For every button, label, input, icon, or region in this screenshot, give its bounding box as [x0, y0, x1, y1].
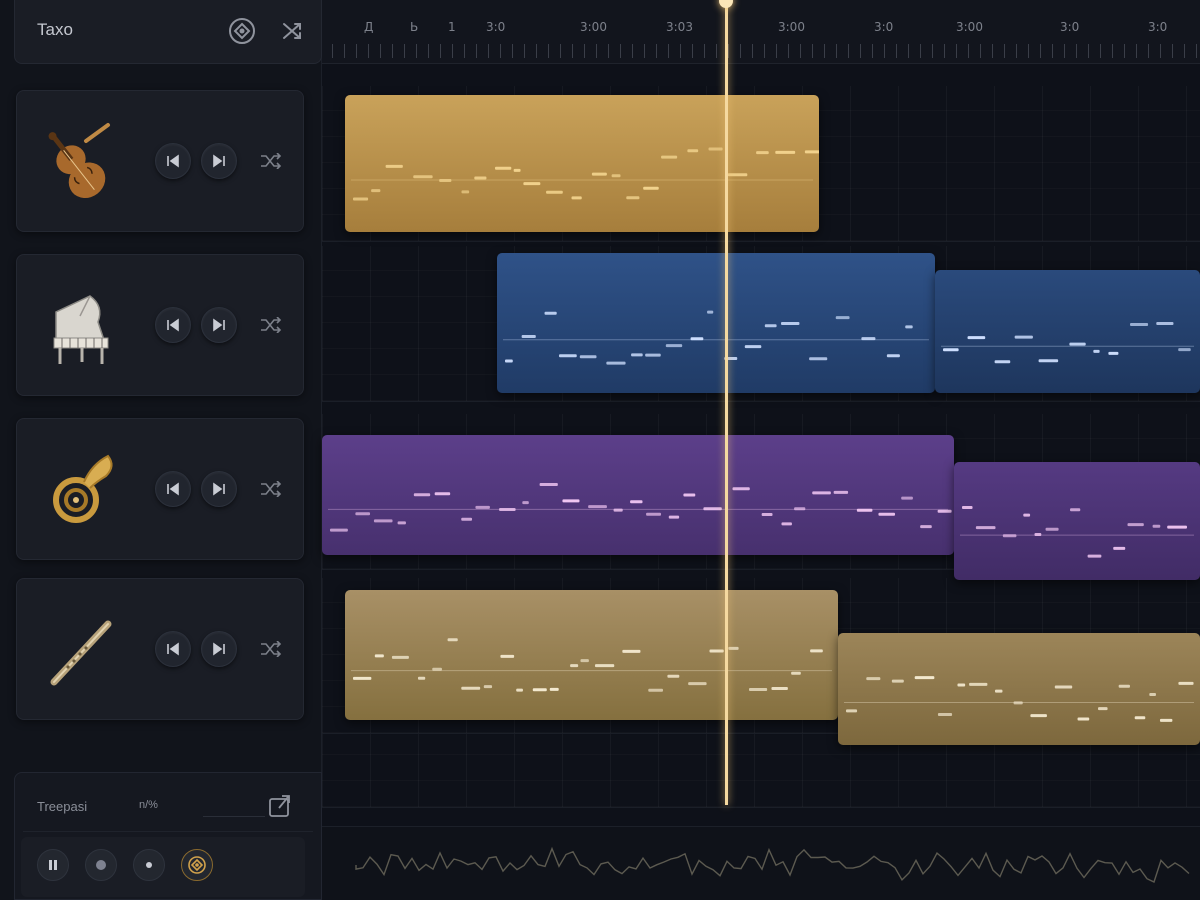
shuffle-icon[interactable] — [257, 147, 285, 175]
timeline-area[interactable]: Д Ь 1 3:0 3:00 3:03 3:00 3:0 3:00 3:0 3:… — [322, 0, 1200, 900]
transport-bar — [21, 837, 305, 897]
empty-lane — [322, 734, 1200, 808]
dot-icon[interactable] — [133, 849, 165, 881]
shuffle-icon[interactable] — [257, 311, 285, 339]
rewind-button[interactable] — [155, 471, 191, 507]
skip-icon — [213, 318, 225, 332]
ruler-label: 1 — [448, 20, 456, 34]
skip-icon — [213, 642, 225, 656]
midi-clip-piano[interactable] — [935, 270, 1200, 393]
skip-button[interactable] — [201, 471, 237, 507]
rewind-icon — [167, 154, 179, 168]
timeline-ruler[interactable]: Д Ь 1 3:0 3:00 3:03 3:00 3:0 3:00 3:0 3:… — [322, 0, 1200, 64]
rewind-button[interactable] — [155, 631, 191, 667]
rewind-icon — [167, 482, 179, 496]
waveform — [355, 846, 1190, 883]
ruler-label: 3:00 — [956, 20, 983, 34]
track-header-violin[interactable] — [16, 90, 304, 232]
shuffle-icon[interactable] — [257, 475, 285, 503]
piano-icon — [31, 279, 127, 375]
ruler-label: 3:0 — [874, 20, 894, 34]
track-header-flute[interactable] — [16, 578, 304, 720]
target-icon[interactable] — [225, 14, 259, 48]
midi-clip-flute[interactable] — [345, 590, 838, 720]
skip-button[interactable] — [201, 307, 237, 343]
track-header-piano[interactable] — [16, 254, 304, 396]
flute-icon — [31, 603, 127, 699]
footer-label: Treepasi — [37, 799, 88, 814]
ruler-label: 3:03 — [666, 20, 693, 34]
export-icon[interactable] — [265, 791, 295, 821]
project-title: Taxo — [37, 20, 73, 39]
footer-field[interactable] — [203, 795, 265, 817]
ruler-label: 3:0 — [1060, 20, 1080, 34]
midi-clip-flute[interactable] — [838, 633, 1200, 745]
skip-icon — [213, 154, 225, 168]
violin-icon — [31, 115, 127, 211]
midi-clip-violin[interactable] — [345, 95, 819, 232]
skip-icon — [213, 482, 225, 496]
horn-icon — [31, 443, 127, 539]
rewind-icon — [167, 642, 179, 656]
track-sidebar: Taxo Treepasi n/% — [0, 0, 322, 900]
note-pattern — [960, 506, 1194, 558]
note-pattern — [844, 676, 1194, 722]
ruler-label: 3:0 — [1148, 20, 1168, 34]
pause-icon[interactable] — [37, 849, 69, 881]
footer-value: n/% — [139, 799, 158, 811]
rewind-button[interactable] — [155, 307, 191, 343]
shuffle-icon[interactable] — [275, 14, 309, 48]
record-icon[interactable] — [85, 849, 117, 881]
rewind-button[interactable] — [155, 143, 191, 179]
ruler-label: 3:0 — [486, 20, 506, 34]
skip-button[interactable] — [201, 143, 237, 179]
midi-clip-horn[interactable] — [322, 435, 954, 555]
note-pattern — [351, 147, 819, 201]
ruler-label: Д — [364, 20, 374, 34]
ruler-ticks — [332, 44, 1200, 58]
note-pattern — [328, 482, 952, 532]
divider — [23, 831, 313, 832]
ruler-label: 3:00 — [778, 20, 805, 34]
rewind-icon — [167, 318, 179, 332]
skip-button[interactable] — [201, 631, 237, 667]
ruler-label: Ь — [410, 20, 419, 34]
footer-panel: Treepasi n/% — [14, 772, 322, 900]
track-header-horn[interactable] — [16, 418, 304, 560]
note-pattern — [503, 310, 929, 365]
note-pattern — [351, 638, 832, 692]
waveform-line — [355, 846, 1190, 883]
shuffle-icon[interactable] — [257, 635, 285, 663]
waveform-panel — [322, 826, 1200, 900]
midi-clip-horn[interactable] — [954, 462, 1200, 580]
midi-clip-piano[interactable] — [497, 253, 935, 393]
ruler-label: 3:00 — [580, 20, 607, 34]
note-pattern — [941, 321, 1194, 364]
target-icon[interactable] — [181, 849, 213, 881]
playhead[interactable] — [725, 0, 728, 805]
sidebar-header: Taxo — [14, 0, 322, 64]
